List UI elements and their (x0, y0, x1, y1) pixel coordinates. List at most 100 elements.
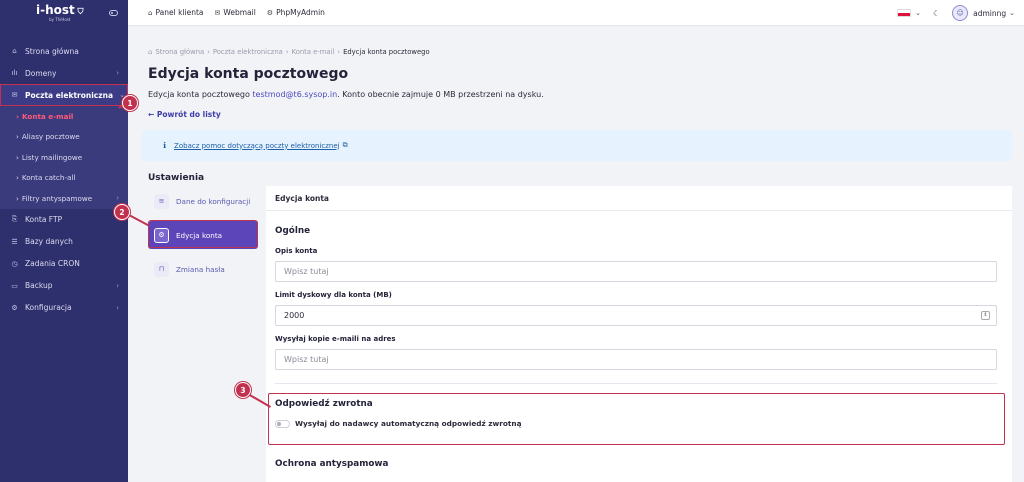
polish-flag-icon[interactable] (897, 9, 912, 17)
submenu-item-label: Filtry antyspamowe (21, 193, 93, 203)
general-section-title: Ogólne (275, 226, 311, 236)
gear-icon: ⚙ (11, 303, 18, 312)
chevron-right-icon: › (116, 303, 119, 312)
stepper-icon[interactable]: ⇕ (981, 311, 990, 320)
sidebar-item-label: Backup (25, 281, 53, 290)
breadcrumb-separator: › (285, 48, 289, 56)
sidebar: i-host ⛉ by ThiHost ⌂ Strona główna ılı … (0, 0, 128, 482)
logo[interactable]: i-host ⛉ by ThiHost (36, 2, 84, 22)
sidebar-item-home[interactable]: ⌂ Strona główna (0, 40, 128, 62)
ftp-icon: ⎘ (11, 215, 18, 223)
breadcrumb-separator: › (337, 48, 341, 56)
breadcrumb-separator: › (207, 48, 210, 56)
chevron-right-icon: › (116, 69, 119, 77)
disk-limit-input[interactable]: 2000 ⇕ (275, 305, 997, 326)
sidebar-item-label: Zadania CRON (25, 259, 80, 268)
tab-label: Dane do konfiguracji (176, 196, 251, 206)
phpmyadmin-label: PhpMyAdmin (276, 8, 325, 17)
chevron-down-icon[interactable]: ⌄ (1009, 9, 1015, 17)
highlight-box (268, 393, 1005, 445)
submenu-item-label: Listy mailingowe (21, 152, 83, 162)
brand-name: i-host (36, 2, 75, 17)
theme-toggle-icon[interactable]: ☾ (933, 9, 940, 18)
username[interactable]: adminng (973, 9, 1006, 18)
database-icon: ☰ (11, 237, 18, 246)
annotation-marker-3: 3 (235, 382, 251, 398)
account-description-label: Opis konta (275, 247, 318, 255)
annotation-marker-2: 2 (114, 204, 130, 220)
database-gear-icon: ⚙ (266, 8, 274, 17)
help-link[interactable]: Zobacz pomoc dotyczącą poczty elektronic… (174, 142, 340, 150)
sidebar-item-label: Konta FTP (25, 215, 63, 224)
breadcrumb-home[interactable]: Strona główna (155, 48, 204, 56)
backup-icon: ▭ (11, 281, 18, 290)
submenu-item-mailing-lists[interactable]: › Listy mailingowe (0, 147, 128, 168)
page-description: Edycja konta pocztowego testmod@t6.sysop… (148, 90, 544, 99)
home-icon: ⌂ (148, 8, 153, 17)
tab-change-password[interactable]: ⊓ Zmiana hasła (148, 255, 258, 283)
back-to-list-link[interactable]: ← Powrót do listy (148, 110, 221, 119)
list-icon: ≡ (154, 193, 169, 209)
breadcrumb-mail[interactable]: Poczta elektroniczna (213, 48, 283, 56)
client-panel-link[interactable]: ⌂ Panel klienta (148, 8, 204, 17)
panel-header: Edycja konta (266, 186, 1012, 211)
account-email-link[interactable]: testmod@t6.sysop.in (252, 90, 337, 99)
sidebar-item-backup[interactable]: ▭ Backup › (0, 275, 128, 297)
submenu-item-spam-filters[interactable]: › Filtry antyspamowe › (0, 188, 128, 209)
tab-config-data[interactable]: ≡ Dane do konfiguracji (148, 187, 258, 215)
desc-prefix: Edycja konta pocztowego (148, 90, 253, 99)
breadcrumb: ⌂ Strona główna › Poczta elektroniczna › K… (148, 48, 430, 56)
mail-icon: ✉ (214, 8, 221, 17)
sidebar-item-config[interactable]: ⚙ Konfiguracja › (0, 297, 128, 319)
client-panel-label: Panel klienta (155, 8, 204, 17)
webmail-label: Webmail (223, 8, 256, 17)
page-title: Edycja konta pocztowego (148, 66, 349, 82)
submenu-item-label: Konta catch-all (21, 173, 76, 183)
home-icon[interactable]: ⌂ (148, 48, 152, 56)
section-divider (275, 383, 997, 384)
logo-bar: i-host ⛉ by ThiHost (0, 0, 128, 26)
sidebar-item-label: Poczta elektroniczna (25, 90, 114, 100)
highlight-box (148, 220, 258, 248)
chevron-right-icon: › (116, 194, 119, 203)
sidebar-item-label: Bazy danych (25, 237, 73, 246)
avatar[interactable]: ☺ (952, 5, 969, 21)
sidebar-item-mail[interactable]: ✉ Poczta elektroniczna ⌄ (0, 84, 128, 106)
disk-limit-label: Limit dyskowy dla konta (MB) (275, 291, 392, 299)
copy-address-label: Wysyłaj kopie e-maili na adres (275, 335, 396, 343)
submenu-item-catch-all[interactable]: › Konta catch-all (0, 168, 128, 189)
sidebar-nav: ⌂ Strona główna ılı Domeny › ✉ Poczta el… (0, 40, 128, 319)
shield-logo-icon: ⛉ (74, 6, 84, 16)
sidebar-item-label: Strona główna (25, 46, 79, 56)
home-icon: ⌂ (12, 47, 17, 55)
info-alert: ℹ Zobacz pomoc dotyczącą poczty elektron… (142, 130, 1012, 161)
breadcrumb-accounts[interactable]: Konta e-mail (292, 48, 335, 56)
sidebar-item-domains[interactable]: ılı Domeny › (0, 62, 128, 84)
mail-icon: ✉ (11, 91, 18, 99)
copy-address-input[interactable]: Wpisz tutaj (275, 349, 997, 370)
annotation-marker-1: 1 (122, 95, 138, 111)
mail-submenu: › Konta e-mail › Aliasy pocztowe › Listy… (0, 106, 128, 209)
submenu-item-aliases[interactable]: › Aliasy pocztowe (0, 127, 128, 148)
info-icon: ℹ (163, 141, 167, 150)
disk-limit-value: 2000 (284, 311, 305, 320)
sidebar-item-databases[interactable]: ☰ Bazy danych (0, 231, 128, 253)
brand-sub: by ThiHost (49, 16, 71, 22)
tab-label: Zmiana hasła (176, 264, 225, 274)
webmail-link[interactable]: ✉ Webmail (215, 8, 256, 17)
sidebar-item-label: Konfiguracja (25, 303, 72, 312)
phpmyadmin-link[interactable]: ⚙ PhpMyAdmin (267, 8, 325, 17)
submenu-item-label: Aliasy pocztowe (21, 132, 80, 142)
settings-heading: Ustawienia (148, 173, 205, 183)
external-link-icon[interactable]: ⧉ (343, 141, 348, 150)
sidebar-toggle-icon[interactable] (109, 10, 118, 16)
chevron-right-icon: › (116, 281, 119, 290)
breadcrumb-current: Edycja konta pocztowego (343, 48, 430, 56)
topbar-right: ⌄ ☾ ☺ adminng ⌄ (897, 0, 1015, 26)
sidebar-item-cron[interactable]: ◷ Zadania CRON (0, 253, 128, 275)
sidebar-item-ftp[interactable]: ⎘ Konta FTP (0, 209, 128, 231)
chevron-down-icon[interactable]: ⌄ (915, 9, 921, 17)
account-description-input[interactable]: Wpisz tutaj (275, 261, 997, 282)
submenu-item-label: Konta e-mail (21, 111, 74, 121)
submenu-item-email-accounts[interactable]: › Konta e-mail (0, 106, 128, 127)
